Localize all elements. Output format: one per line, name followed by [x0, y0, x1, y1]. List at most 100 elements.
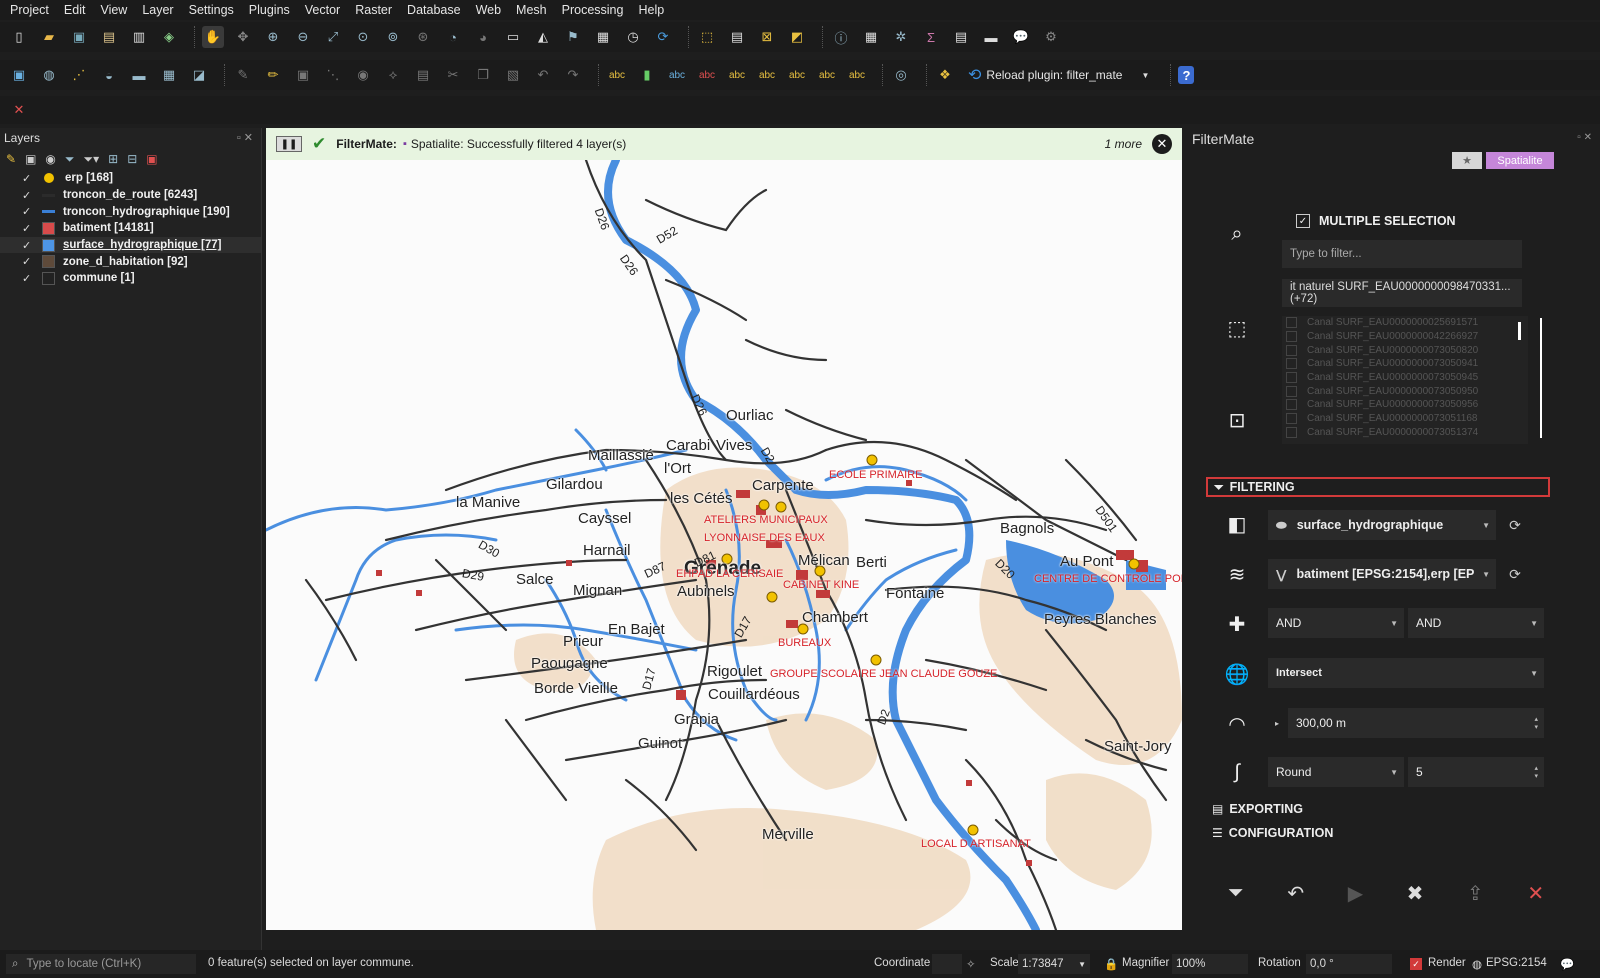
refresh-icon[interactable]: ⟳ — [652, 26, 674, 48]
feature-list-item[interactable]: Canal SURF_EAU0000000073050945 — [1282, 371, 1528, 385]
panel-scrollbar[interactable] — [1540, 318, 1542, 438]
menu-project[interactable]: Project — [10, 3, 49, 17]
feature-filter-input[interactable]: Type to filter... — [1282, 240, 1522, 268]
open-project-icon[interactable]: ▰ — [38, 26, 60, 48]
new-project-icon[interactable]: ▯ — [8, 26, 30, 48]
move-label-icon[interactable]: abc — [756, 64, 778, 86]
messages-icon[interactable]: 💬 — [1560, 957, 1574, 971]
scale-combo[interactable]: 1:73847 ▼ — [1018, 954, 1090, 974]
print-layout-icon[interactable]: ▤ — [98, 26, 120, 48]
layer-item[interactable]: ✓ commune [1] — [0, 270, 261, 287]
grid-icon[interactable]: ▦ — [158, 64, 180, 86]
predicate-combo[interactable]: Intersect ▼ — [1268, 658, 1544, 688]
zoom-full-icon[interactable]: ⤢ — [322, 26, 344, 48]
edit-pencil-icon[interactable]: ✏ — [262, 64, 284, 86]
new-virtual-icon[interactable]: ▬ — [128, 64, 150, 86]
open-table-icon[interactable]: ▤ — [950, 26, 972, 48]
lock-scale-icon[interactable]: 🔒 — [1104, 957, 1118, 971]
selected-features-combo[interactable]: it naturel SURF_EAU0000000098470331... (… — [1282, 279, 1522, 307]
apply-filter-icon[interactable]: ⏷ — [1228, 882, 1244, 905]
multiple-selection-toggle[interactable]: ✓ MULTIPLE SELECTION — [1296, 214, 1456, 228]
layer-visibility-checkbox[interactable]: ✓ — [22, 205, 36, 218]
panel-float-close-icon[interactable]: ▫ ✕ — [237, 131, 253, 144]
map-canvas[interactable]: Ourliac Carabi Vives Maillassié l'Ort Gilardo… — [266, 160, 1182, 930]
pan-icon[interactable]: ✋ — [202, 26, 224, 48]
layer-visibility-checkbox[interactable]: ✓ — [22, 272, 36, 285]
more-messages-link[interactable]: 1 more — [1105, 137, 1142, 151]
measure-icon[interactable]: ▬ — [980, 26, 1002, 48]
feature-list-item[interactable]: Canal SURF_EAU0000000042266927 — [1282, 330, 1528, 344]
backend-badge[interactable]: Spatialite — [1486, 152, 1554, 169]
crs-globe-icon[interactable]: ◍ — [1472, 957, 1482, 971]
layer-visibility-checkbox[interactable]: ✓ — [22, 189, 36, 202]
zoom-layer-icon[interactable]: ⊚ — [382, 26, 404, 48]
undo-icon[interactable]: ↶ — [532, 64, 554, 86]
menu-settings[interactable]: Settings — [189, 3, 234, 17]
layer-visibility-checkbox[interactable]: ✓ — [22, 255, 36, 268]
pin-label-icon[interactable]: abc — [666, 64, 688, 86]
reload-dropdown-icon[interactable]: ▼ — [1134, 64, 1156, 86]
select-feature-icon[interactable]: ⬚ — [1210, 306, 1264, 350]
highlight-label-icon[interactable]: abc — [696, 64, 718, 86]
save-edits-icon[interactable]: ▣ — [292, 64, 314, 86]
auto-sync-icon[interactable]: ⟳ — [1506, 565, 1524, 583]
open-layer-styling-icon[interactable]: ✎ — [6, 152, 16, 166]
paste-icon[interactable]: ▧ — [502, 64, 524, 86]
cut-icon[interactable]: ✂ — [442, 64, 464, 86]
layer-item[interactable]: ✓ troncon_de_route [6243] — [0, 187, 261, 204]
filter-expression-icon[interactable]: ⏷▾ — [84, 152, 100, 167]
spin-arrows-icon[interactable]: ▴ ▾ — [1534, 764, 1538, 780]
configuration-section-header[interactable]: ☰ CONFIGURATION — [1206, 823, 1550, 843]
feature-list-item[interactable]: Canal SURF_EAU0000000073050950 — [1282, 384, 1528, 398]
data-source-manager-icon[interactable]: ▣ — [8, 64, 30, 86]
show-bookmarks-icon[interactable]: ▦ — [592, 26, 614, 48]
layer-item[interactable]: ✓ batiment [14181] — [0, 220, 261, 237]
menu-plugins[interactable]: Plugins — [249, 3, 290, 17]
zoom-last-icon[interactable]: ◔ — [442, 26, 464, 48]
target-layers-combo[interactable]: ⋁ batiment [EPSG:2154],erp [EP ▼ — [1268, 559, 1496, 589]
menu-view[interactable]: View — [100, 3, 127, 17]
feature-list-item[interactable]: Canal SURF_EAU0000000073051168 — [1282, 412, 1528, 426]
pan-to-selection-icon[interactable]: ✥ — [232, 26, 254, 48]
label-icon[interactable]: abc — [606, 64, 628, 86]
favorite-button[interactable]: ★ — [1452, 152, 1482, 169]
menu-help[interactable]: Help — [638, 3, 664, 17]
layer-item[interactable]: ✓ erp [168] — [0, 170, 261, 187]
auto-sync-icon[interactable]: ⟳ — [1506, 516, 1524, 534]
menu-vector[interactable]: Vector — [305, 3, 340, 17]
close-message-icon[interactable]: ✕ — [1152, 134, 1172, 154]
style-manager-icon[interactable]: ◈ — [158, 26, 180, 48]
add-feature-icon[interactable]: ⋱ — [322, 64, 344, 86]
add-group-icon[interactable]: ▣ — [25, 152, 36, 166]
annotation-icon[interactable]: ⚙ — [1040, 26, 1062, 48]
copy-icon[interactable]: ❐ — [472, 64, 494, 86]
export-layers-icon[interactable]: ⇪ — [1467, 881, 1484, 906]
rotate-label-icon[interactable]: abc — [786, 64, 808, 86]
new-shapefile-icon[interactable]: ⋰ — [68, 64, 90, 86]
delete-icon[interactable]: ▤ — [412, 64, 434, 86]
map-tips-icon[interactable]: 💬 — [1010, 26, 1032, 48]
feature-list-item[interactable]: Canal SURF_EAU0000000073050941 — [1282, 357, 1528, 371]
menu-web[interactable]: Web — [476, 3, 501, 17]
magnifier-spinbox[interactable]: 100% — [1172, 954, 1248, 974]
spin-arrows-icon[interactable]: ▴ ▾ — [1534, 715, 1538, 731]
zoom-in-icon[interactable]: ⊕ — [262, 26, 284, 48]
menu-layer[interactable]: Layer — [142, 3, 173, 17]
label-props-icon[interactable]: abc — [816, 64, 838, 86]
identify-icon[interactable]: ⓘ — [830, 26, 852, 48]
buffer-distance-spinbox[interactable]: 300,00 m ▴ ▾ — [1288, 708, 1544, 738]
new-bookmark-icon[interactable]: ⚑ — [562, 26, 584, 48]
help-icon[interactable]: ? — [1178, 66, 1195, 84]
feature-list-item[interactable]: Canal SURF_EAU0000000025691571 — [1282, 316, 1528, 330]
save-project-icon[interactable]: ▣ — [68, 26, 90, 48]
filtermate-icon[interactable]: ✕ — [8, 99, 30, 121]
python-console-icon[interactable]: ◎ — [890, 64, 912, 86]
digitize-icon[interactable]: ✎ — [232, 64, 254, 86]
menu-processing[interactable]: Processing — [562, 3, 624, 17]
vertex-tool-icon[interactable]: ◉ — [352, 64, 374, 86]
source-layer-combo[interactable]: ⬬ surface_hydrographique ▼ — [1268, 510, 1496, 540]
temporal-icon[interactable]: ◷ — [622, 26, 644, 48]
new-map-view-icon[interactable]: ▭ — [502, 26, 524, 48]
feature-checklist[interactable]: Canal SURF_EAU0000000025691571 Canal SURF… — [1282, 316, 1528, 444]
locator-input[interactable]: ⌕ Type to locate (Ctrl+K) — [6, 954, 196, 974]
